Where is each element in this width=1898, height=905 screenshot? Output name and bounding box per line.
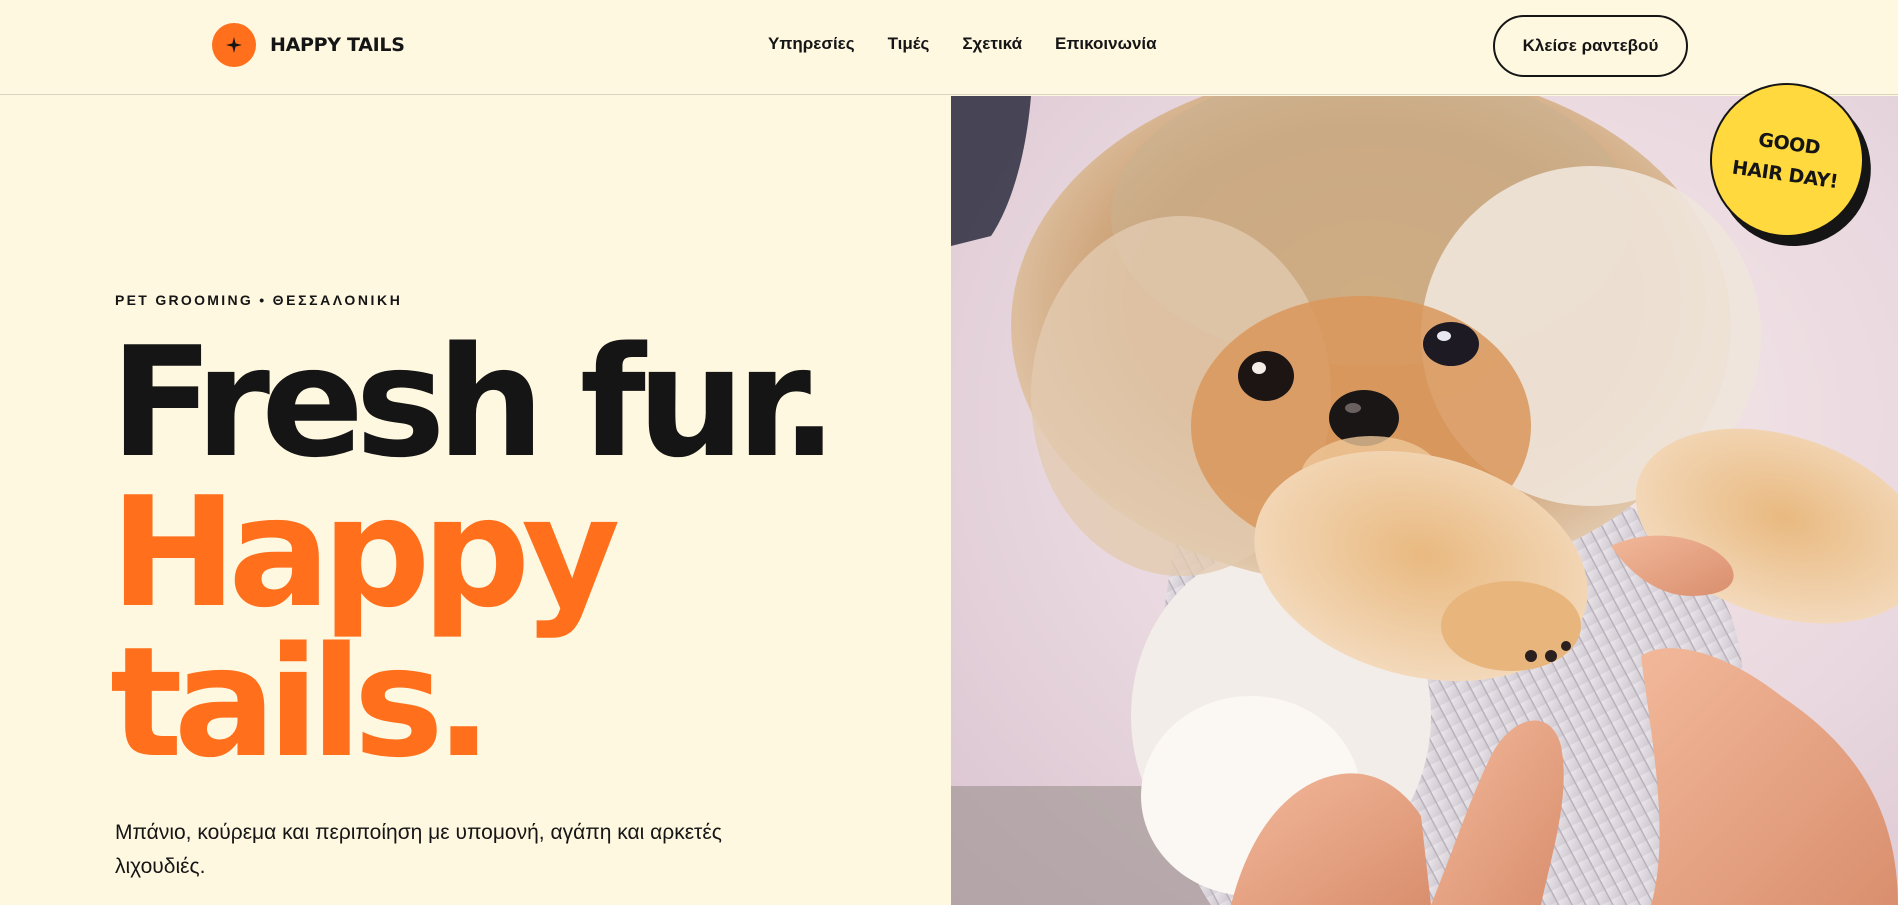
hero-description: Μπάνιο, κούρεμα και περιποίηση με υπομον… [115,821,722,878]
nav-link-contact[interactable]: Επικοινωνία [1055,34,1157,54]
nav-link-prices[interactable]: Τιμές [888,34,930,54]
book-appointment-button[interactable]: Κλείσε ραντεβού [1493,15,1688,77]
eyebrow-category: PET GROOMING • [115,292,267,308]
main-nav: Υπηρεσίες Τιμές Σχετικά Επικοινωνία [768,34,1157,54]
brand-name: HAPPY TAILS [270,34,405,56]
nav-link-services[interactable]: Υπηρεσίες [768,34,855,54]
site-header: HAPPY TAILS Υπηρεσίες Τιμές Σχετικά Επικ… [0,0,1898,95]
hero-headline: Fresh fur. Happy tails. [110,314,838,791]
nav-link-about[interactable]: Σχετικά [962,34,1022,54]
headline-line-2: Happy [110,464,620,641]
brand-logo[interactable]: HAPPY TAILS [212,23,405,67]
sparkle-icon [212,23,256,67]
eyebrow-city: ΘΕΣΣΑΛΟΝΙΚΗ [272,292,403,308]
headline-line-1: Fresh fur. [110,314,838,491]
headline-line-3: tails. [110,614,493,791]
hero-eyebrow: PET GROOMING • ΘΕΣΣΑΛΟΝΙΚΗ [115,292,402,308]
sticker-line-2: HAIR DAY! [1730,156,1840,194]
